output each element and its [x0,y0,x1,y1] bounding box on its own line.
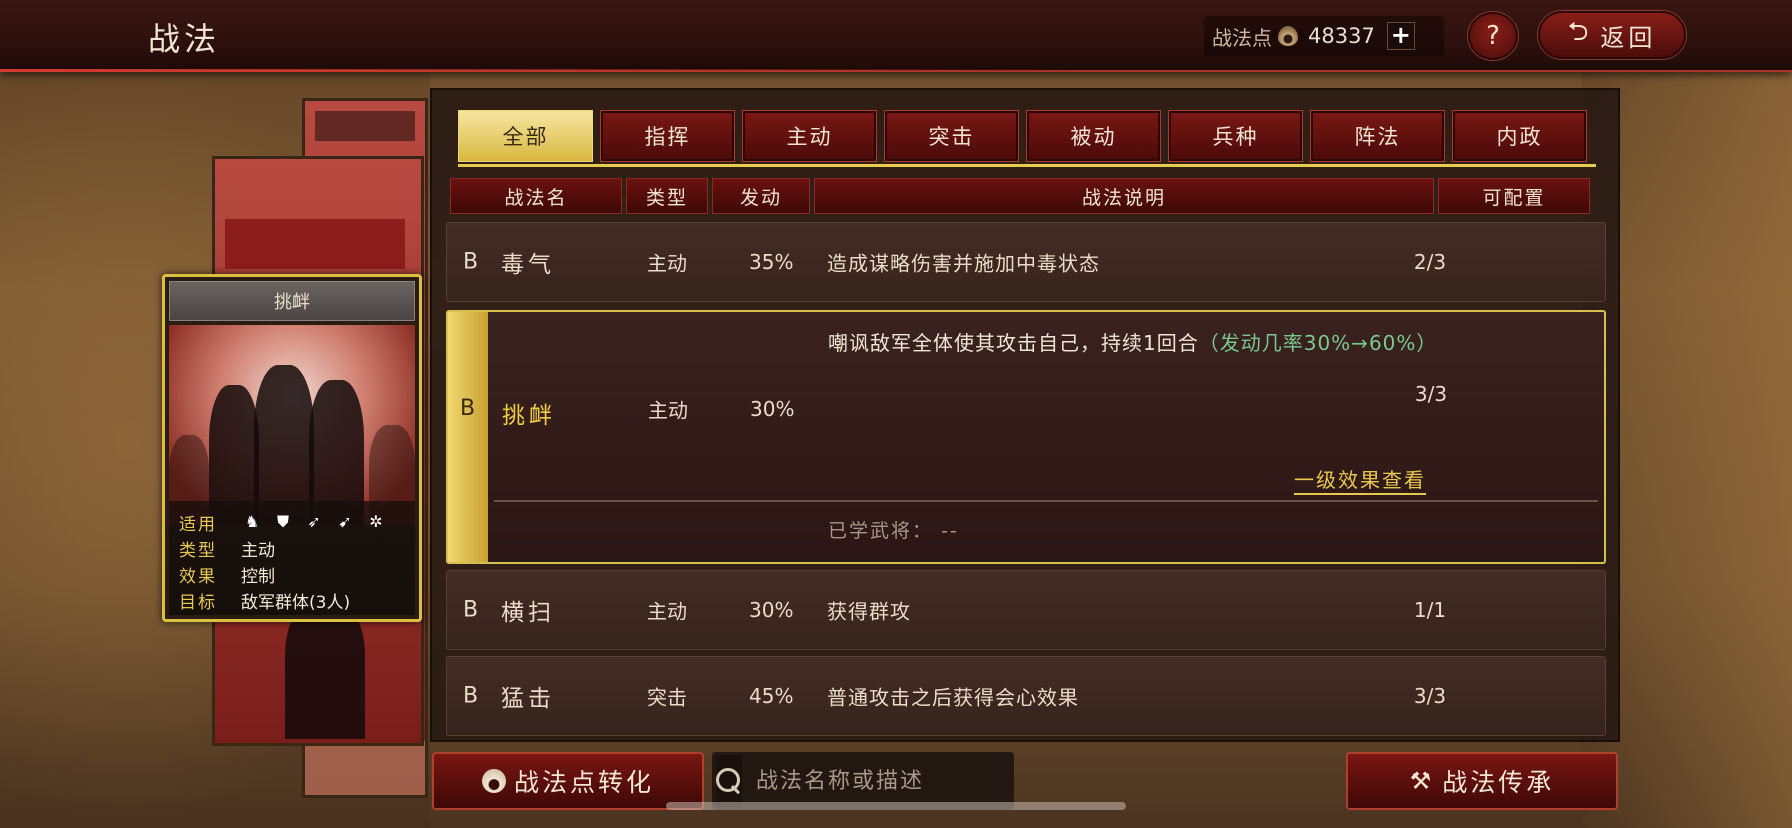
skill-inherit-button[interactable]: ⚒ 战法传承 [1346,752,1618,810]
shield-icon: ⛊ [276,512,289,531]
skill-rate: 45% [749,684,794,708]
skill-grade: B [463,249,479,275]
skill-name: 毒气 [501,252,555,278]
row-divider [494,500,1598,502]
skill-config-count: 1/1 [1413,598,1447,622]
skill-card-art [169,325,415,525]
tab-troop[interactable]: 兵种 [1168,110,1303,162]
column-header-rate[interactable]: 发动 [712,178,810,214]
card-key: 目标 [179,592,217,613]
tab-internal[interactable]: 内政 [1452,110,1587,162]
skill-description: 造成谋略伤害并施加中毒状态 [827,251,1100,276]
skill-rate: 35% [749,250,794,274]
help-button[interactable]: ? [1468,12,1518,60]
tab-command[interactable]: 指挥 [600,110,735,162]
card-row-type: 类型 主动 [179,535,405,561]
learned-generals: 已学武将： -- [828,516,959,543]
skill-config-count: 3/3 [1413,684,1447,708]
skill-description: 获得群攻 [827,599,911,624]
skill-card-info: 适用 ♞ ⛊ ➶ ➹ ✲ 类型 主动 效果 控制 目标 敌军群体(3人) [169,501,415,615]
skill-type: 主动 [647,599,687,624]
flame-icon [481,769,506,793]
skill-type: 主动 [647,251,687,276]
tab-assault[interactable]: 突击 [884,110,1019,162]
column-headers: 战法名 类型 发动 战法说明 可配置 [450,178,1590,214]
card-value: 控制 [241,566,275,587]
skill-inherit-label: 战法传承 [1442,768,1555,797]
tab-all[interactable]: 全部 [458,110,593,162]
card-row-target: 目标 敌军群体(3人) [179,587,405,613]
return-arrow-icon: ⮌ [1567,17,1593,47]
skill-row-selected[interactable]: B 挑衅 主动 30% 嘲讽敌军全体使其攻击自己，持续1回合（发动几率30%→6… [446,310,1606,564]
skill-card[interactable]: 挑衅 适用 ♞ ⛊ ➶ ➹ ✲ 类型 主动 效果 控制 目标 敌军群体(3人) [162,274,422,622]
column-header-description: 战法说明 [814,178,1434,214]
skill-type: 突击 [647,685,687,710]
skill-list-panel: 全部 指挥 主动 突击 被动 兵种 阵法 内政 战法名 类型 发动 战法说明 可… [430,88,1620,742]
card-value: 主动 [241,540,275,561]
skill-grade: B [463,683,479,709]
column-header-configurable[interactable]: 可配置 [1438,178,1590,214]
top-bar: 战法 战法点 48337 + ? ⮌ 返回 [0,0,1792,72]
skill-points-display: 战法点 48337 + [1204,16,1444,56]
skill-config-count: 2/3 [1413,250,1447,274]
skill-row[interactable]: B 猛击 突击 45% 普通攻击之后获得会心效果 3/3 [446,656,1606,736]
convert-points-button[interactable]: 战法点转化 [432,752,704,810]
skill-name: 横扫 [501,600,555,626]
hammer-icon: ⚒ [1409,767,1435,795]
add-points-button[interactable]: + [1386,22,1415,50]
search-button[interactable] [716,755,742,807]
convert-points-label: 战法点转化 [513,768,654,797]
back-button[interactable]: ⮌ 返回 [1538,11,1686,59]
search-icon [716,768,742,794]
level-one-effect-link[interactable]: 一级效果查看 [1294,464,1426,495]
tab-active[interactable]: 主动 [742,110,877,162]
skill-row[interactable]: B 横扫 主动 30% 获得群攻 1/1 [446,570,1606,650]
flame-icon [1278,26,1298,46]
tab-formation[interactable]: 阵法 [1310,110,1445,162]
learned-generals-label: 已学武将： [828,520,934,542]
skill-points-value: 48337 [1308,24,1375,48]
skill-rate: 30% [749,598,794,622]
skill-description-main: 嘲讽敌军全体使其攻击自己，持续1回合 [828,331,1199,355]
skill-description: 普通攻击之后获得会心效果 [827,685,1079,710]
spear-icon: ➹ [338,512,352,531]
category-tabs: 全部 指挥 主动 突击 被动 兵种 阵法 内政 [458,110,1587,162]
back-button-label: 返回 [1600,23,1657,52]
card-row-effect: 效果 控制 [179,561,405,587]
learned-generals-value: -- [941,520,959,542]
skill-points-label: 战法点 [1212,25,1272,50]
card-key: 类型 [179,540,217,561]
skill-config-count: 3/3 [1414,382,1448,406]
skill-name: 挑衅 [502,403,556,429]
bow-icon: ➶ [307,512,321,531]
skill-name: 猛击 [501,686,555,712]
skill-rate: 30% [750,397,795,421]
card-row-applicable: 适用 ♞ ⛊ ➶ ➹ ✲ [179,509,405,535]
skill-row[interactable]: B 毒气 主动 35% 造成谋略伤害并施加中毒状态 2/3 [446,222,1606,302]
cavalry-icon: ♞ [244,512,260,531]
tab-underline [458,164,1596,167]
card-key: 适用 [179,514,217,535]
page-title: 战法 [148,20,221,58]
skill-description-upgrade: （发动几率30%→60%） [1198,331,1438,355]
home-indicator [666,802,1126,810]
wheel-icon: ✲ [369,512,383,531]
skill-description: 嘲讽敌军全体使其攻击自己，持续1回合（发动几率30%→60%） [828,326,1448,361]
column-header-type[interactable]: 类型 [626,178,708,214]
search-input[interactable] [742,755,1030,807]
skill-grade: B [463,597,479,623]
card-value: 敌军群体(3人) [241,592,351,613]
card-key: 效果 [179,566,217,587]
tab-passive[interactable]: 被动 [1026,110,1161,162]
skill-card-title: 挑衅 [169,281,415,321]
skill-type: 主动 [648,398,688,423]
skill-grade: B [460,396,476,421]
column-header-name[interactable]: 战法名 [450,178,622,214]
selection-strip [448,312,488,562]
